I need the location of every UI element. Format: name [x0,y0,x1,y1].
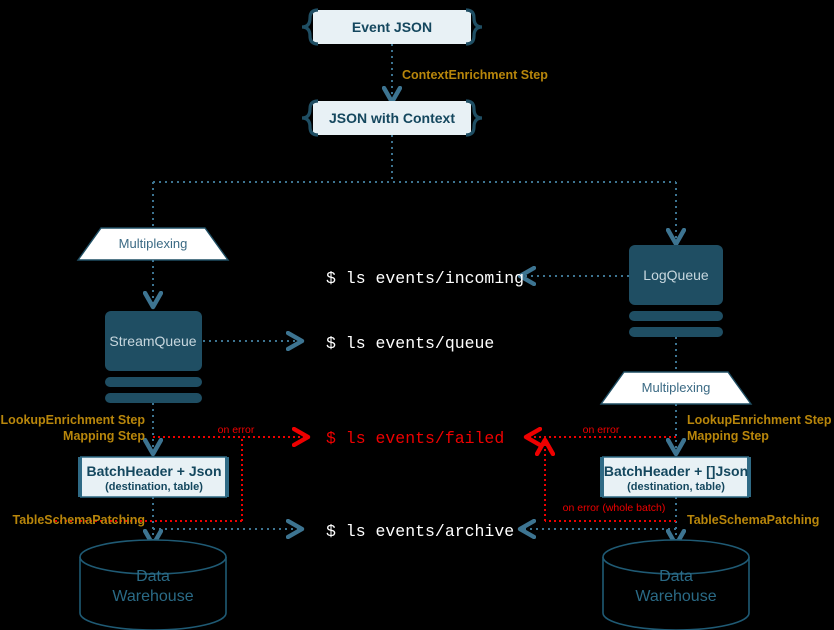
node-event-json: Event JSON [301,8,483,46]
node-left-data-warehouse: Data Warehouse [79,539,227,630]
cmd-ls-failed: $ ls events/failed [326,429,504,448]
label-context-enrichment-step: ContextEnrichment Step [402,68,548,82]
streamqueue-bar-1 [105,377,202,387]
streamqueue-bar-2 [105,393,202,403]
right-batch-title: BatchHeader + []Json [604,463,748,479]
right-batch-subtitle: (destination, table) [627,481,725,493]
node-right-batchheader: BatchHeader + []Json (destination, table… [600,456,751,498]
cmd-ls-queue: $ ls events/queue [326,334,494,353]
node-right-multiplexing: Multiplexing [599,371,753,405]
right-multiplexing-label: Multiplexing [642,380,711,395]
right-warehouse-line1: Data [659,568,693,585]
left-batch-subtitle: (destination, table) [105,481,203,493]
node-left-multiplexing: Multiplexing [76,227,230,261]
left-warehouse-line2: Warehouse [112,588,193,605]
node-streamqueue: StreamQueue [105,311,202,403]
label-right-steps-1: LookupEnrichment Step [687,413,832,427]
json-with-context-label: JSON with Context [329,110,455,126]
label-right-steps-2: Mapping Step [687,429,769,443]
node-right-data-warehouse: Data Warehouse [602,539,750,630]
logqueue-label: LogQueue [643,267,709,283]
left-batch-title: BatchHeader + Json [87,463,222,479]
streamqueue-label: StreamQueue [109,333,196,349]
cmd-ls-archive: $ ls events/archive [326,522,514,541]
node-logqueue: LogQueue [629,245,723,337]
logqueue-bar-1 [629,311,723,321]
label-right-patching: TableSchemaPatching [687,513,819,527]
left-multiplexing-label: Multiplexing [119,236,188,251]
diagram-canvas: Event JSON JSON with Context Multiplexin… [0,0,834,630]
diagram-graphics: Event JSON JSON with Context Multiplexin… [1,8,832,630]
node-json-with-context: JSON with Context [301,99,483,137]
event-json-label: Event JSON [352,19,432,35]
left-warehouse-line1: Data [136,568,170,585]
label-left-on-error: on error [218,424,255,436]
label-left-steps-1: LookupEnrichment Step [1,413,146,427]
label-left-steps-2: Mapping Step [63,429,145,443]
right-warehouse-line2: Warehouse [635,588,716,605]
label-right-on-error-batch: on error (whole batch) [563,502,666,514]
label-right-on-error: on error [583,424,620,436]
cmd-ls-incoming: $ ls events/incoming [326,269,524,288]
logqueue-bar-2 [629,327,723,337]
label-left-patching: TableSchemaPatching [13,513,145,527]
node-left-batchheader: BatchHeader + Json (destination, table) [78,456,229,498]
